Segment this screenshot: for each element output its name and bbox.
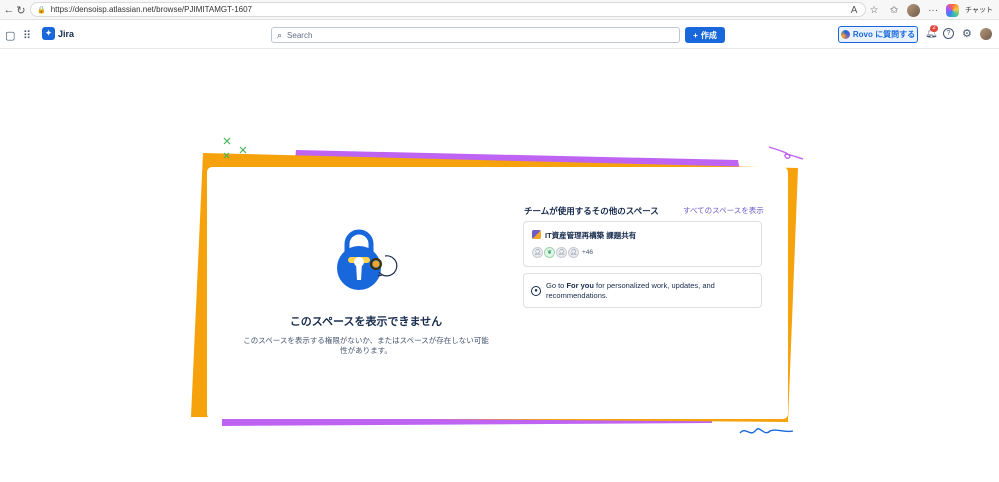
copilot-icon[interactable] — [946, 3, 960, 17]
search-box[interactable]: ⌕ — [271, 27, 680, 43]
search-icon: ⌕ — [277, 29, 283, 40]
url-text: https://densoisp.atlassian.net/browse/PJ… — [50, 5, 252, 14]
plus-icon: + — [693, 30, 698, 40]
create-label: 作成 — [700, 30, 717, 40]
space-name: IT資産管理再構築 課題共有 — [545, 231, 637, 240]
app-switcher-icon[interactable]: ⠿ — [23, 29, 31, 42]
create-button[interactable]: + 作成 — [685, 27, 725, 43]
settings-gear-icon[interactable]: ⚙ — [962, 27, 972, 40]
view-all-spaces-link[interactable]: すべてのスペースを表示 — [683, 205, 764, 216]
address-bar[interactable]: 🔒 https://densoisp.atlassian.net/browse/… — [30, 2, 866, 17]
space-avatar-icon — [532, 230, 541, 239]
notification-count-badge: 2 — [930, 25, 938, 32]
green-cross-marks — [223, 137, 247, 159]
for-you-card[interactable]: ● Go to For you for personalized work, u… — [523, 273, 762, 308]
for-you-link[interactable]: For you — [566, 281, 594, 290]
lock-icon: 🔒 — [37, 6, 46, 14]
member-count: +46 — [582, 249, 594, 256]
help-icon[interactable]: ? — [943, 28, 954, 39]
jira-logo-icon[interactable]: ✦ — [42, 27, 55, 40]
leaf-avatar-icon: ❦ — [544, 247, 555, 258]
read-aloud-icon[interactable]: A — [847, 5, 861, 16]
more-menu-icon[interactable]: ··· — [926, 5, 940, 16]
app-name[interactable]: Jira — [58, 29, 74, 39]
rovo-icon — [840, 30, 850, 39]
space-members: 👤︎ ❦ 👤︎ 👤︎ +46 — [532, 247, 593, 258]
reload-icon[interactable]: ↻ — [12, 1, 30, 19]
other-spaces-heading: チームが使用するその他のスペース — [524, 206, 659, 216]
favorite-star-icon[interactable]: ☆ — [867, 5, 881, 16]
member-avatar-icon: 👤︎ — [556, 247, 567, 258]
chat-label[interactable]: チャット — [965, 5, 993, 15]
member-avatar-icon: 👤︎ — [532, 247, 543, 258]
blue-scribble — [739, 428, 794, 434]
member-avatar-icon: 👤︎ — [568, 247, 579, 258]
browser-toolbar: ← ↻ 🔒 https://densoisp.atlassian.net/bro… — [0, 0, 999, 20]
user-avatar[interactable] — [980, 28, 992, 40]
user-circle-icon: ● — [531, 286, 541, 296]
rovo-label: Rovo に質問する — [852, 30, 916, 39]
search-input[interactable] — [287, 30, 668, 40]
error-description: このスペースを表示する権限がないか、またはスペースが存在しない可能性があります。 — [243, 336, 489, 355]
lock-illustration-icon — [337, 229, 398, 290]
jira-top-nav: ▢ ⠿ ✦ Jira ⌕ + 作成 Rovo に質問する 🔔︎ 2 ? ⚙ — [0, 21, 999, 49]
favorites-icon[interactable]: ✩ — [887, 5, 901, 16]
for-you-text: Go to For you for personalized work, upd… — [546, 281, 751, 301]
purple-bottom-strip — [222, 418, 712, 426]
browser-profile-avatar[interactable] — [907, 3, 921, 17]
purple-squiggle — [768, 146, 804, 160]
space-card[interactable]: IT資産管理再構築 課題共有 👤︎ ❦ 👤︎ 👤︎ +46 — [523, 221, 762, 267]
error-title: このスペースを表示できません — [289, 316, 443, 328]
for-you-prefix: Go to — [546, 281, 567, 290]
sidebar-toggle-icon[interactable]: ▢ — [5, 29, 15, 42]
browser-actions: A ☆ ✩ ··· チャット — [847, 2, 999, 18]
rovo-ask-button[interactable]: Rovo に質問する — [838, 26, 918, 43]
